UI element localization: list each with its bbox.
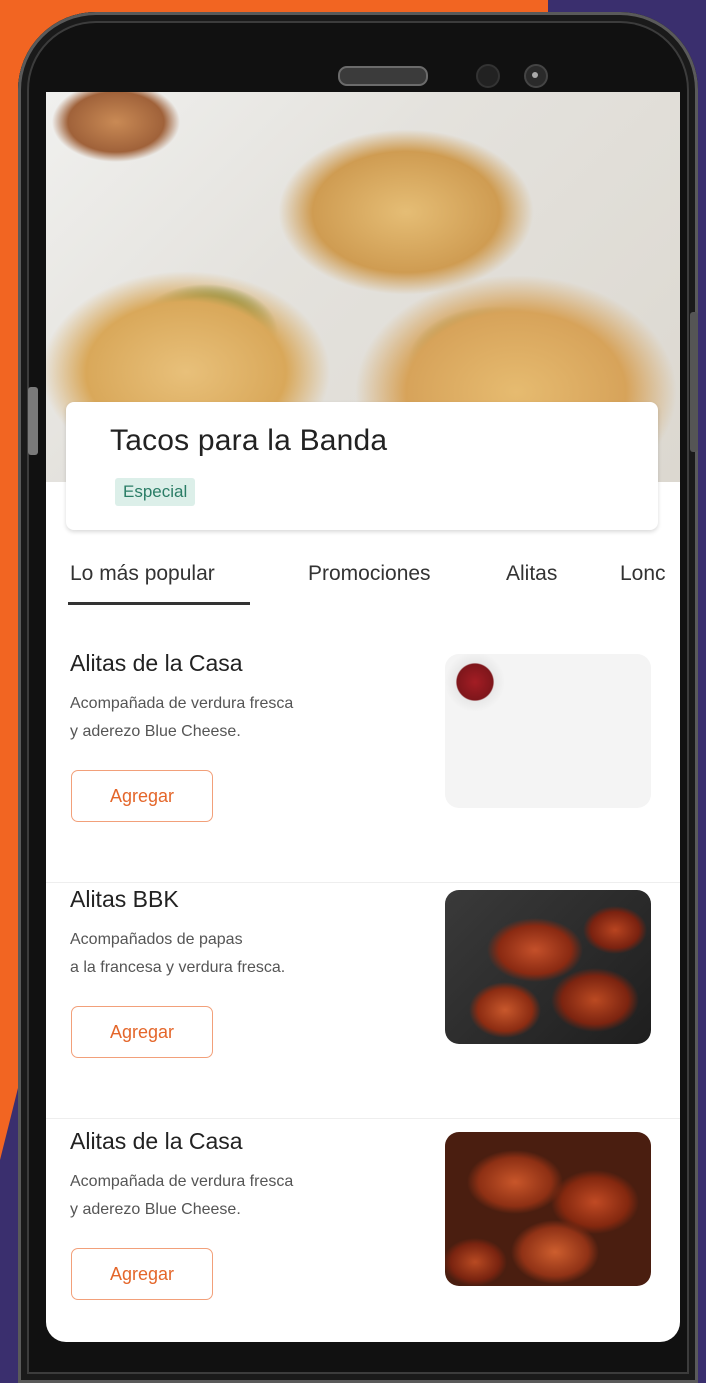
- app-screen: Tacos para la Banda Especial Lo más popu…: [46, 92, 680, 1342]
- menu-item-description: Acompañada de verdura fresca y aderezo B…: [70, 1173, 294, 1218]
- menu-item: Alitas BBK Acompañados de papas a la fra…: [46, 886, 680, 1119]
- add-button[interactable]: Agregar: [71, 1006, 213, 1058]
- phone-speaker: [338, 66, 428, 86]
- menu-item-image: [445, 1132, 651, 1286]
- tab-lo-mas-popular[interactable]: Lo más popular: [70, 562, 215, 586]
- tab-promociones[interactable]: Promociones: [308, 562, 431, 586]
- menu-item-image: [445, 890, 651, 1044]
- phone-sensor: [476, 64, 500, 88]
- tab-alitas[interactable]: Alitas: [506, 562, 557, 586]
- menu-item-title: Alitas BBK: [70, 886, 179, 912]
- menu-item-description: Acompañada de verdura fresca y aderezo B…: [70, 695, 294, 740]
- menu-item: Alitas de la Casa Acompañada de verdura …: [46, 1128, 680, 1342]
- phone-side-button-right: [690, 312, 698, 452]
- phone-camera: [524, 64, 548, 88]
- menu-item-title: Alitas de la Casa: [70, 650, 243, 676]
- special-badge: Especial: [115, 478, 196, 506]
- phone-side-button: [28, 387, 38, 455]
- menu-item: Alitas de la Casa Acompañada de verdura …: [46, 650, 680, 883]
- active-tab-indicator: [68, 602, 250, 605]
- menu-item-description: Acompañados de papas a la francesa y ver…: [70, 931, 286, 976]
- menu-item-title: Alitas de la Casa: [70, 1128, 243, 1154]
- add-button[interactable]: Agregar: [71, 1248, 213, 1300]
- add-button[interactable]: Agregar: [71, 770, 213, 822]
- menu-item-image: [445, 654, 651, 808]
- tab-lonc[interactable]: Lonc: [620, 562, 666, 586]
- restaurant-name: Tacos para la Banda: [110, 424, 388, 457]
- category-tabs: Lo más popular Promociones Alitas Lonc: [46, 554, 680, 610]
- restaurant-card: Tacos para la Banda Especial: [66, 402, 658, 530]
